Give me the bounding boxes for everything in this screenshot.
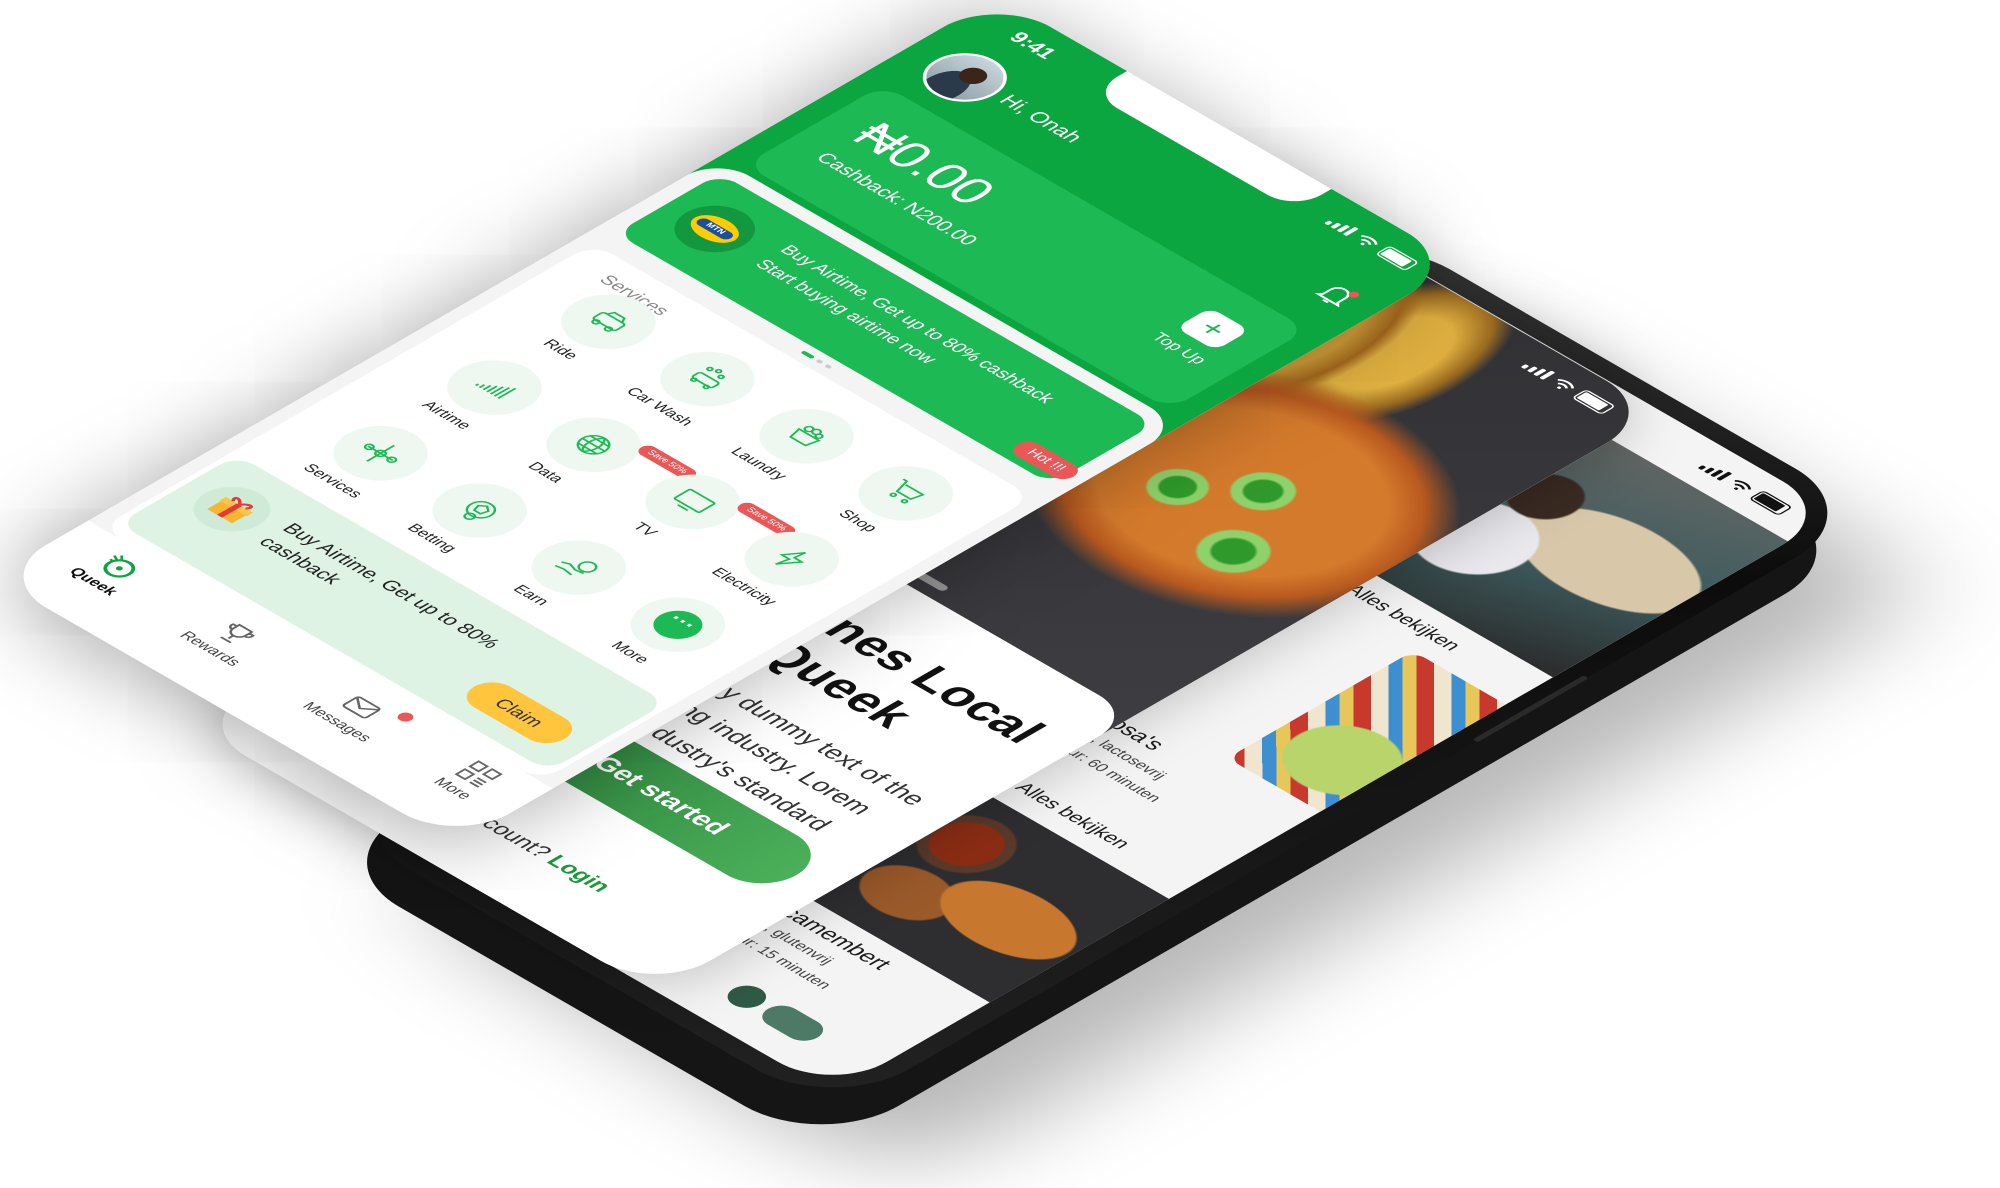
nav-queek[interactable]: Queek (65, 546, 155, 598)
nav-more[interactable]: More (429, 756, 508, 802)
top-up-button[interactable]: + Top Up (1147, 305, 1254, 367)
tab-icon[interactable] (754, 1001, 832, 1046)
gift-icon (177, 477, 287, 541)
mtn-logo: MTN (657, 196, 772, 262)
tab-icon[interactable] (719, 981, 775, 1013)
wifi-icon (1733, 480, 1752, 490)
message-badge (394, 710, 418, 724)
signal-icon (1697, 461, 1733, 481)
battery-icon (1748, 490, 1794, 516)
mtn-logo-text: MTN (693, 216, 736, 242)
